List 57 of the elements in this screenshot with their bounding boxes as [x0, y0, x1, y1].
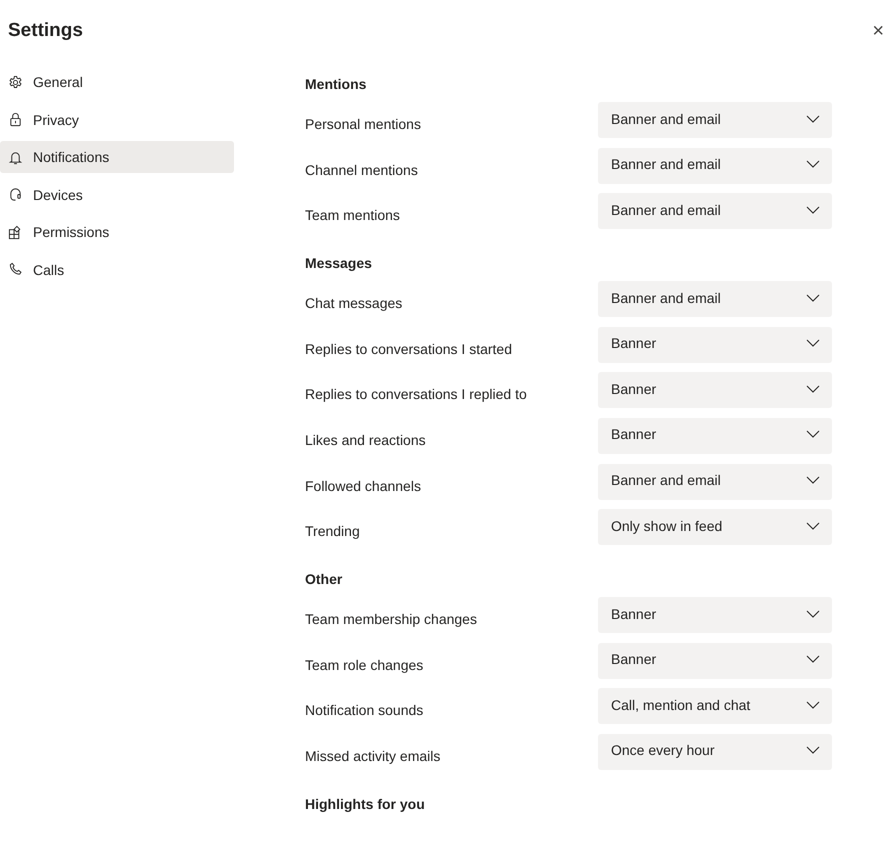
sidebar-item[interactable]: Privacy — [0, 104, 234, 136]
section-heading: Mentions — [305, 75, 368, 94]
sidebar-item[interactable]: Notifications — [0, 141, 234, 173]
bell-icon — [8, 150, 23, 164]
dropdown[interactable]: Only show in feed — [598, 509, 832, 546]
gear-icon — [8, 74, 23, 90]
sidebar-item[interactable]: Devices — [0, 178, 234, 210]
dropdown[interactable]: Banner — [598, 597, 832, 634]
setting-label: Channel mentions — [305, 160, 418, 178]
setting-label: Notification sounds — [305, 701, 424, 718]
lock-icon — [8, 112, 23, 127]
setting-label: Team role changes — [305, 656, 424, 673]
setting-label: Personal mentions — [305, 115, 421, 132]
dropdown[interactable]: Banner and email — [598, 281, 832, 318]
setting-label: Replies to conversations I replied to — [305, 385, 527, 402]
setting-label: Replies to conversations I started — [305, 340, 512, 357]
setting-label: Trending — [305, 522, 360, 540]
phone-icon — [8, 262, 23, 277]
dropdown[interactable]: Banner — [598, 372, 832, 408]
apps-icon — [8, 224, 23, 240]
sidebar-item[interactable]: General — [0, 66, 234, 98]
chevron-down-icon — [806, 339, 820, 348]
chevron-down-icon — [806, 384, 820, 393]
dropdown[interactable]: Call, mention and chat — [598, 688, 832, 724]
setting-label: Chat messages — [305, 294, 402, 312]
headset-icon — [8, 187, 23, 202]
window-title: Settings — [8, 20, 83, 42]
dropdown[interactable]: Banner and email — [598, 102, 832, 138]
setting-label: Likes and reactions — [305, 430, 426, 448]
section-heading: Other — [305, 570, 344, 590]
chevron-down-icon — [806, 522, 820, 530]
chevron-down-icon — [806, 655, 820, 664]
dropdown[interactable]: Banner and email — [598, 148, 832, 184]
setting-label: Followed channels — [305, 476, 421, 494]
chevron-down-icon — [806, 206, 820, 214]
section-heading: Highlights for you — [305, 794, 426, 814]
section-heading: Messages — [305, 254, 373, 274]
chevron-down-icon — [806, 114, 820, 122]
dropdown[interactable]: Once every hour — [598, 734, 832, 770]
chevron-down-icon — [806, 294, 820, 302]
dropdown[interactable]: Banner and email — [598, 193, 832, 230]
dropdown[interactable]: Banner — [598, 326, 832, 363]
dropdown[interactable]: Banner and email — [598, 464, 832, 500]
sidebar-item[interactable]: Permissions — [0, 216, 234, 248]
chevron-down-icon — [806, 430, 820, 438]
sidebar-item[interactable]: Calls — [0, 254, 234, 286]
chevron-down-icon — [806, 160, 820, 168]
chevron-down-icon — [806, 746, 820, 754]
setting-label: Team mentions — [305, 206, 400, 224]
chevron-down-icon — [806, 476, 820, 484]
setting-label: Missed activity emails — [305, 746, 440, 764]
close-button[interactable]: × — [870, 21, 886, 41]
dropdown[interactable]: Banner — [598, 418, 832, 454]
chevron-down-icon — [806, 700, 820, 709]
chevron-down-icon — [806, 610, 820, 618]
dropdown[interactable]: Banner — [598, 642, 832, 679]
setting-label: Team membership changes — [305, 610, 477, 628]
